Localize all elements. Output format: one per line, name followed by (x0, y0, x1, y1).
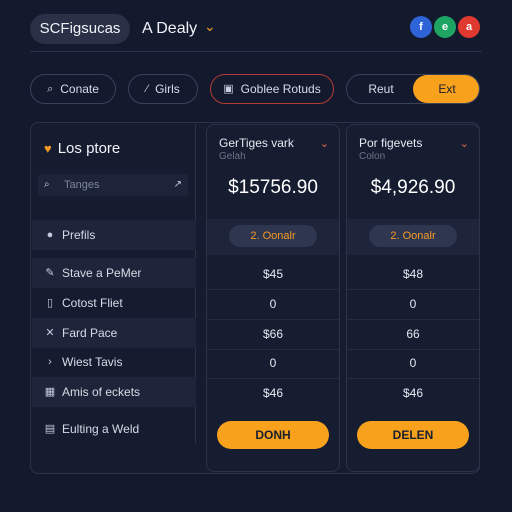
divider (207, 378, 339, 379)
tag-icon: ⁄ (146, 83, 149, 95)
chevron-down-icon[interactable]: ⌄ (460, 137, 469, 150)
divider (207, 349, 339, 350)
card-value: $46 (262, 386, 284, 400)
sidebar-item-stave[interactable]: ✎ Stave a PeMer (32, 258, 196, 288)
status-badge[interactable]: 2. Oonalr (369, 225, 457, 247)
expand-icon[interactable]: ↗ (174, 174, 182, 196)
rotuds-button[interactable]: ▣ Goblee Rotuds (210, 74, 334, 104)
search-icon: ⌕ (44, 179, 50, 190)
sidebar-item-cotost[interactable]: ▯ Cotost Fliet (32, 288, 196, 318)
divider (347, 319, 479, 320)
toggle-option-ext[interactable]: Ext (413, 75, 479, 103)
plan-card-2: Por figevets Colon ⌄ $4,926.90 2. Oonalr… (346, 124, 480, 472)
sidebar-item-label: Fard Pace (62, 326, 118, 340)
sidebar-item-label: Amis of eckets (62, 385, 141, 399)
rotuds-button-label: Goblee Rotuds (240, 82, 321, 96)
header: SCFigsucas A Dealy ⌄ f e a (0, 0, 512, 60)
chevron-down-icon[interactable]: ⌄ (204, 18, 216, 35)
account-select-label[interactable]: A Dealy (142, 20, 197, 38)
avatar[interactable]: f (410, 16, 432, 38)
card-value: 0 (269, 356, 277, 370)
sidebar-item-label: Wiest Tavis (62, 355, 123, 369)
avatar-group: f e a (410, 16, 482, 42)
card-subtitle: Colon (359, 151, 386, 162)
status-badge[interactable]: 2. Oonalr (229, 225, 317, 247)
search-button-label: Conate (60, 82, 99, 96)
card-value: $48 (402, 267, 424, 281)
sidebar: ♥ Los ptore ⌕ Tanges ↗ ● Prefils ✎ Stave … (32, 124, 196, 444)
divider (207, 319, 339, 320)
divider (347, 378, 479, 379)
card-subtitle: Gelah (219, 151, 246, 162)
card-value: $45 (262, 267, 284, 281)
card-chip-row: 2. Oonalr (347, 219, 479, 255)
arrow-icon: › (48, 356, 52, 368)
search-icon: ⌕ (47, 83, 54, 95)
divider (30, 51, 482, 52)
divider (207, 289, 339, 290)
sidebar-item-label: Stave a PeMer (62, 266, 142, 280)
filter-button-label: Girls (155, 82, 180, 96)
search-placeholder: Tanges (64, 179, 100, 191)
delen-button[interactable]: DELEN (357, 421, 469, 449)
chart-icon: ▦ (44, 386, 56, 398)
sidebar-item-eulting[interactable]: ▤ Eulting a Weld (32, 414, 196, 444)
plan-card-1: GerTiges vark Gelah ⌄ $15756.90 2. Oonal… (206, 124, 340, 472)
card-value: $46 (402, 386, 424, 400)
card-value: 0 (269, 297, 277, 311)
toggle-option-reut[interactable]: Reut (347, 75, 415, 103)
sidebar-title: ♥ Los ptore (44, 140, 120, 157)
card-title: GerTiges vark (219, 136, 294, 150)
card-title: Por figevets (359, 136, 423, 150)
chevron-down-icon[interactable]: ⌄ (320, 137, 329, 150)
sidebar-item-label: Eulting a Weld (62, 422, 140, 436)
filter-button[interactable]: ⁄ Girls (128, 74, 198, 104)
sidebar-search-input[interactable]: ⌕ Tanges ↗ (38, 174, 188, 196)
close-icon: ✕ (45, 327, 55, 339)
search-button[interactable]: ⌕ Conate (30, 74, 116, 104)
card-value: $66 (262, 327, 284, 341)
sidebar-item-wiest[interactable]: › Wiest Tavis (32, 347, 196, 377)
avatar[interactable]: e (434, 16, 456, 38)
divider (347, 349, 479, 350)
sidebar-title-text: Los ptore (57, 140, 121, 157)
card-value: 0 (409, 356, 417, 370)
brand-label[interactable]: SCFigsucas (30, 14, 130, 44)
sidebar-item-fard[interactable]: ✕ Fard Pace (32, 318, 196, 348)
donh-button[interactable]: DONH (217, 421, 329, 449)
divider (347, 289, 479, 290)
card-value: 0 (409, 297, 417, 311)
info-icon: ● (46, 229, 54, 241)
lock-icon: ▣ (223, 83, 234, 95)
card-price: $4,926.90 (370, 177, 456, 198)
sidebar-item-label: Cotost Fliet (62, 296, 123, 310)
file-icon: ▯ (46, 297, 54, 309)
sidebar-item-amis[interactable]: ▦ Amis of eckets (32, 377, 196, 407)
edit-icon: ✎ (45, 267, 55, 279)
sidebar-item-label: Prefils (62, 228, 96, 242)
card-value: 66 (406, 327, 420, 341)
avatar[interactable]: a (458, 16, 480, 38)
card-price: $15756.90 (228, 177, 318, 198)
sidebar-item-prefils[interactable]: ● Prefils (32, 220, 196, 250)
heart-icon: ♥ (44, 141, 52, 156)
document-icon: ▤ (44, 423, 56, 435)
mode-toggle: Reut Ext (346, 74, 480, 104)
card-chip-row: 2. Oonalr (207, 219, 339, 255)
